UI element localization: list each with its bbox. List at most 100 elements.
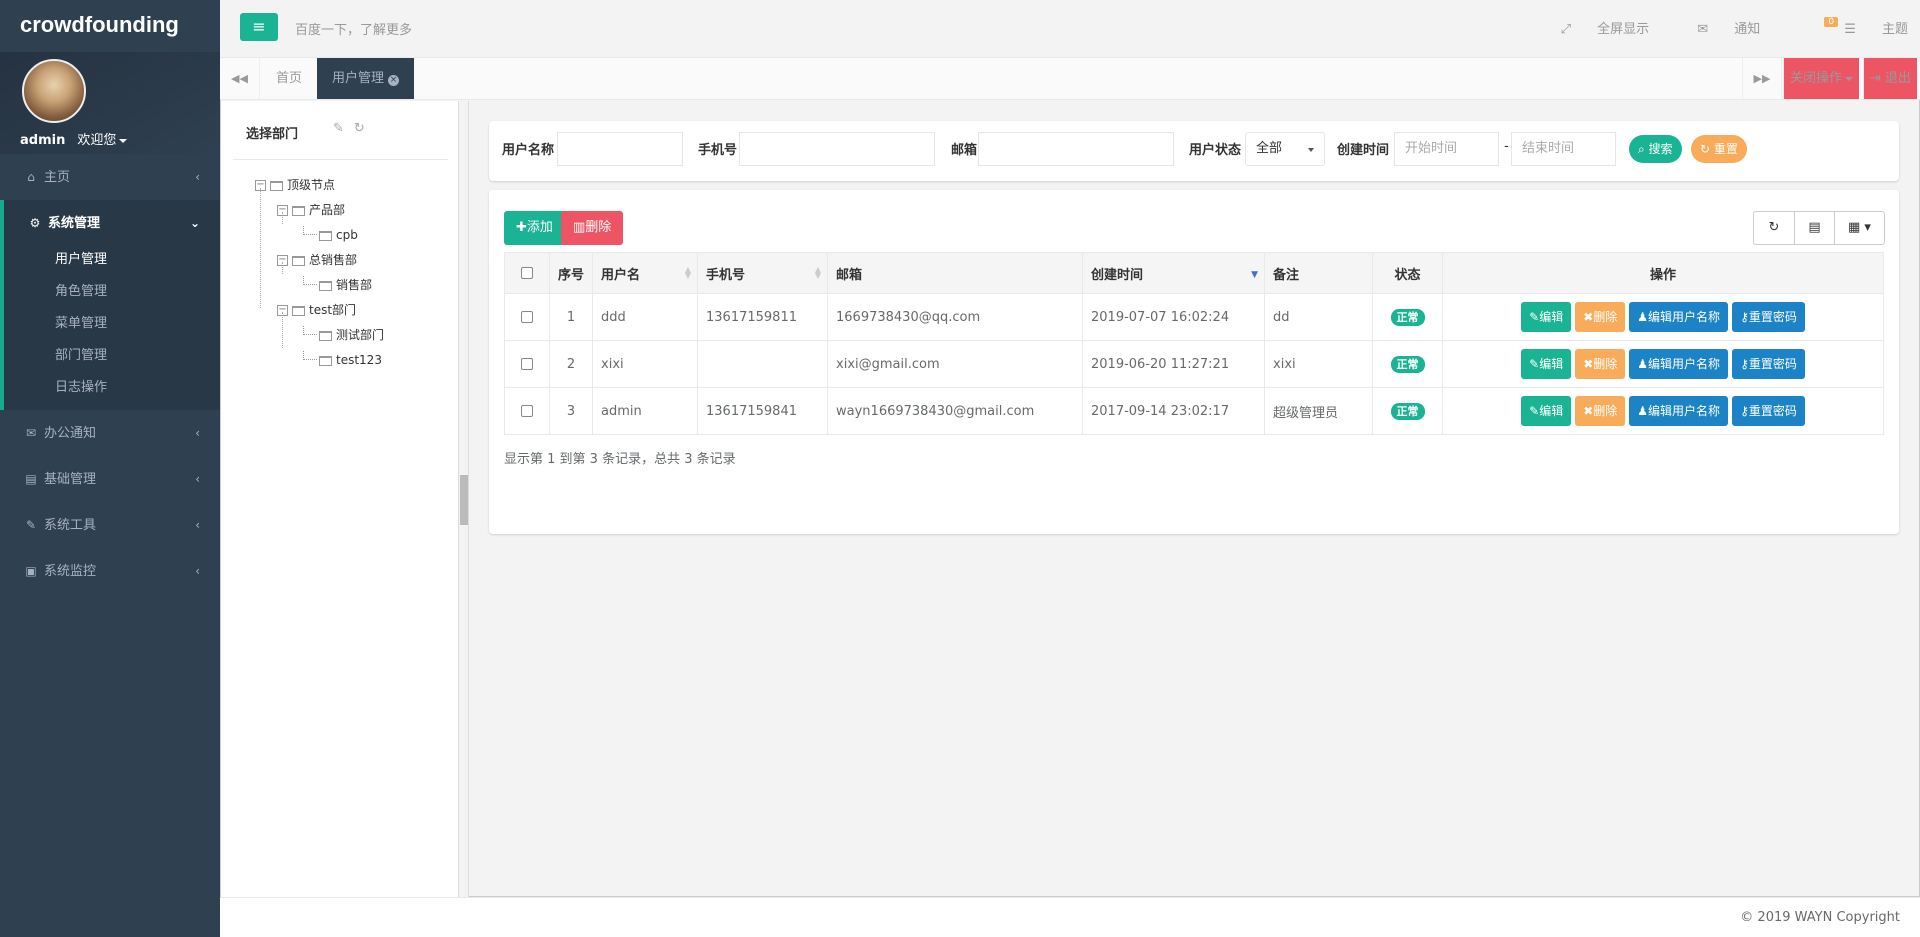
folder-icon bbox=[292, 205, 305, 216]
select-all-checkbox[interactable] bbox=[521, 267, 533, 279]
dept-panel: 选择部门 ✎ ↻ − 顶级节点 − 产品部 cpb − 总销售部 销售部 − test部门… bbox=[221, 101, 459, 897]
tree-node[interactable]: − test部门 bbox=[277, 301, 356, 319]
table-row[interactable]: 1 ddd 13617159811 1669738430@qq.com 2019… bbox=[504, 293, 1884, 341]
tree-node[interactable]: 测试部门 bbox=[299, 326, 384, 344]
sidebar-item-monitor[interactable]: ▣ 系统监控 ‹ bbox=[0, 548, 220, 594]
sidebar-item-label: 基础管理 bbox=[44, 472, 97, 487]
end-time-input[interactable]: 结束时间 bbox=[1511, 132, 1616, 166]
fullscreen-button[interactable]: ⤢ 全屏显示 bbox=[1539, 22, 1650, 37]
col-remark[interactable]: 备注 bbox=[1264, 252, 1374, 294]
row-delete-button[interactable]: ✖删除 bbox=[1575, 349, 1626, 379]
tab-user-management[interactable]: 用户管理 × bbox=[317, 58, 415, 99]
edit-name-button[interactable]: ♟编辑用户名称 bbox=[1629, 302, 1729, 332]
profile-line[interactable]: admin 欢迎您 bbox=[20, 129, 200, 148]
search-button[interactable]: ⌕ 搜索 bbox=[1629, 135, 1682, 163]
close-ops-dropdown[interactable]: 关闭操作 bbox=[1783, 58, 1860, 99]
tree-node[interactable]: 销售部 bbox=[299, 276, 372, 294]
edit-name-button[interactable]: ♟编辑用户名称 bbox=[1629, 349, 1729, 379]
row-delete-button[interactable]: ✖删除 bbox=[1575, 396, 1626, 426]
status-badge: 正常 bbox=[1390, 308, 1425, 326]
sidebar-item-tools[interactable]: ✎ 系统工具 ‹ bbox=[0, 502, 220, 548]
collapse-icon[interactable]: − bbox=[277, 255, 288, 266]
edit-button[interactable]: ✎编辑 bbox=[1521, 302, 1572, 332]
dept-panel-tools: ✎ ↻ bbox=[323, 121, 365, 136]
col-username[interactable]: 用户名 ▲ ▼ bbox=[592, 252, 699, 294]
delete-button-label: 删除 bbox=[585, 220, 612, 235]
col-status[interactable]: 状态 bbox=[1372, 252, 1444, 294]
collapse-icon[interactable]: − bbox=[255, 180, 266, 191]
start-time-input[interactable]: 开始时间 bbox=[1394, 132, 1499, 166]
email-input[interactable] bbox=[978, 132, 1174, 166]
splitter-grip[interactable] bbox=[460, 475, 468, 525]
edit-name-label: 编辑用户名称 bbox=[1648, 310, 1721, 324]
row-checkbox[interactable] bbox=[521, 358, 533, 370]
sidebar-item-home[interactable]: ⌂ 主页 ‹ bbox=[0, 154, 220, 200]
cell-username: xixi bbox=[592, 340, 699, 388]
sidebar-item-office[interactable]: ✉ 办公通知 ‹ bbox=[0, 410, 220, 456]
reset-password-button[interactable]: ⚷重置密码 bbox=[1732, 349, 1805, 379]
theme-button[interactable]: ☰ 主题 bbox=[1822, 22, 1908, 37]
col-created[interactable]: 创建时间 ▼ bbox=[1082, 252, 1266, 294]
folder-icon bbox=[292, 255, 305, 266]
menu-toggle-button[interactable]: ≡ bbox=[240, 13, 278, 41]
search-hint[interactable]: 百度一下，了解更多 bbox=[295, 19, 412, 38]
reset-password-button[interactable]: ⚷重置密码 bbox=[1732, 302, 1805, 332]
submenu-item-roles[interactable]: 角色管理 bbox=[4, 276, 220, 308]
columns-dropdown-button[interactable]: ▦ ▾ bbox=[1834, 212, 1884, 244]
tree-branch bbox=[303, 351, 317, 360]
folder-icon bbox=[319, 355, 332, 366]
tree-node[interactable]: − 总销售部 bbox=[277, 251, 357, 269]
sidebar-group-head[interactable]: ⚙ 系统管理 ⌄ bbox=[28, 200, 220, 246]
logout-button[interactable]: ⇥ 退出 bbox=[1863, 58, 1918, 99]
status-select[interactable]: 全部 bbox=[1245, 132, 1325, 166]
reset-button[interactable]: ↻ 重置 bbox=[1691, 135, 1747, 163]
sidebar-item-system[interactable]: ⚙ 系统管理 ⌄ bbox=[0, 200, 220, 246]
col-phone[interactable]: 手机号 ▲ ▼ bbox=[697, 252, 829, 294]
col-no[interactable]: 序号 bbox=[548, 252, 594, 294]
tree-branch bbox=[303, 326, 317, 335]
tabs-scroll-right-button[interactable]: ▶▶ bbox=[1742, 58, 1782, 99]
edit-icon[interactable]: ✎ bbox=[333, 121, 344, 136]
refresh-icon[interactable]: ↻ bbox=[354, 121, 365, 136]
envelope-icon: ✉ bbox=[25, 426, 37, 440]
refresh-table-button[interactable]: ↻ bbox=[1754, 212, 1794, 244]
notice-button[interactable]: ✉ 通知 0 bbox=[1675, 17, 1839, 37]
edit-button[interactable]: ✎编辑 bbox=[1521, 349, 1572, 379]
tabs-scroll-left-button[interactable]: ◀◀ bbox=[220, 58, 260, 99]
sidebar-item-basic[interactable]: ▤ 基础管理 ‹ bbox=[0, 456, 220, 502]
phone-input[interactable] bbox=[739, 132, 935, 166]
close-icon[interactable]: × bbox=[388, 75, 400, 86]
reset-password-button[interactable]: ⚷重置密码 bbox=[1732, 396, 1805, 426]
table-row[interactable]: 3 admin 13617159841 wayn1669738430@gmail… bbox=[504, 387, 1884, 435]
sidebar-item-label: 系统工具 bbox=[44, 518, 97, 533]
submenu-item-menus[interactable]: 菜单管理 bbox=[4, 308, 220, 340]
row-delete-button[interactable]: ✖删除 bbox=[1575, 302, 1626, 332]
tree-node[interactable]: − 顶级节点 bbox=[255, 176, 335, 194]
add-button[interactable]: ✚添加 bbox=[504, 211, 565, 245]
col-email[interactable]: 邮箱 bbox=[827, 252, 1084, 294]
delete-button[interactable]: ▥删除 bbox=[561, 211, 624, 245]
row-checkbox[interactable] bbox=[521, 405, 533, 417]
tree-node[interactable]: test123 bbox=[299, 351, 382, 369]
row-checkbox[interactable] bbox=[521, 311, 533, 323]
submenu-item-users[interactable]: 用户管理 bbox=[4, 244, 220, 276]
trash-icon: ▥ bbox=[573, 220, 586, 235]
search-icon: ⌕ bbox=[1638, 142, 1649, 156]
table-row[interactable]: 2 xixi xixi@gmail.com 2019-06-20 11:27:2… bbox=[504, 340, 1884, 388]
submenu-item-logs[interactable]: 日志操作 bbox=[4, 372, 220, 404]
tree-node[interactable]: cpb bbox=[299, 226, 358, 244]
username-input[interactable] bbox=[557, 132, 683, 166]
edit-icon: ✎ bbox=[1529, 310, 1540, 324]
avatar[interactable] bbox=[22, 59, 86, 123]
tab-home[interactable]: 首页 bbox=[261, 58, 317, 99]
tree-node[interactable]: − 产品部 bbox=[277, 201, 345, 219]
collapse-icon[interactable]: − bbox=[277, 205, 288, 216]
theme-label: 主题 bbox=[1881, 22, 1908, 37]
panel-splitter[interactable] bbox=[459, 101, 469, 897]
submenu-item-depts[interactable]: 部门管理 bbox=[4, 340, 220, 372]
collapse-icon[interactable]: − bbox=[277, 305, 288, 316]
refresh-icon: ↻ bbox=[1700, 142, 1714, 156]
edit-button[interactable]: ✎编辑 bbox=[1521, 396, 1572, 426]
edit-name-button[interactable]: ♟编辑用户名称 bbox=[1629, 396, 1729, 426]
toggle-view-button[interactable]: ▤ bbox=[1794, 212, 1834, 244]
